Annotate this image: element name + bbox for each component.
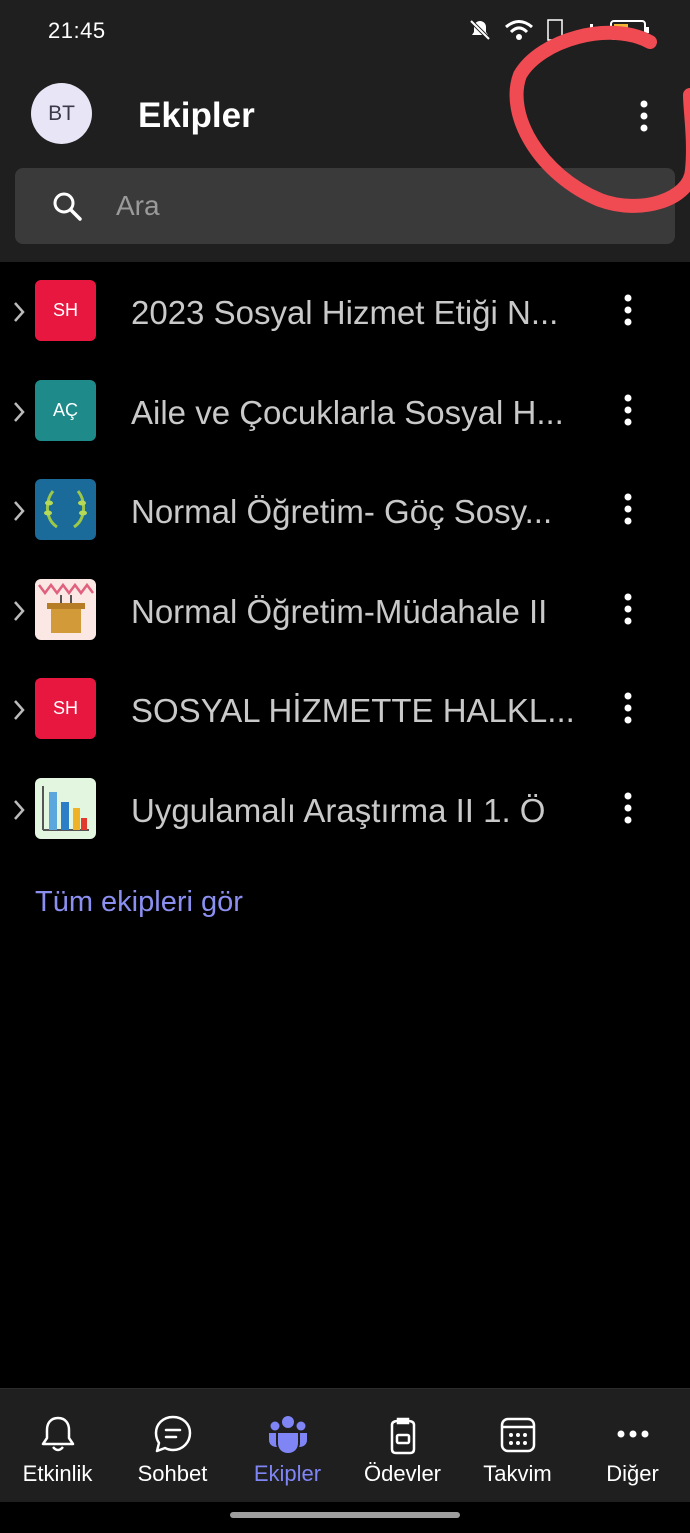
team-row[interactable]: SH 2023 Sosyal Hizmet Etiği N... bbox=[0, 262, 690, 362]
more-icon bbox=[617, 1430, 648, 1438]
volte-icon bbox=[547, 19, 563, 41]
status-icons bbox=[468, 18, 650, 42]
team-row[interactable]: AÇ Aile ve Çocuklarla Sosyal H... bbox=[0, 362, 690, 462]
nav-item-teams[interactable]: Ekipler bbox=[230, 1389, 345, 1502]
nav-label: Sohbet bbox=[137, 1461, 208, 1486]
vertical-dots-icon bbox=[624, 792, 632, 824]
mute-bell-icon bbox=[469, 19, 491, 41]
laurel-wreath-icon bbox=[35, 479, 96, 541]
status-time: 21:45 bbox=[48, 18, 106, 43]
team-row[interactable]: Normal Öğretim-Müdahale II bbox=[0, 561, 690, 661]
team-row[interactable]: SH SOSYAL HİZMETTE HALKL... bbox=[0, 660, 690, 760]
bell-icon bbox=[41, 1416, 74, 1452]
calendar-icon bbox=[500, 1417, 535, 1453]
team-more-button[interactable] bbox=[608, 489, 648, 529]
chevron-right-icon[interactable] bbox=[12, 599, 26, 623]
chat-icon bbox=[154, 1415, 191, 1453]
chevron-right-icon[interactable] bbox=[12, 698, 26, 722]
chevron-right-icon[interactable] bbox=[12, 798, 26, 822]
chevron-right-icon[interactable] bbox=[12, 499, 26, 523]
bottom-nav: Etkinlik Sohbet Ekipler Ödevler Takvim D… bbox=[0, 1388, 690, 1502]
vertical-dots-icon bbox=[624, 493, 632, 525]
nav-label: Diğer bbox=[606, 1461, 659, 1486]
team-row[interactable]: Normal Öğretim- Göç Sosy... bbox=[0, 461, 690, 561]
team-name: Uygulamalı Araştırma II 1. Ö bbox=[131, 791, 546, 829]
bar-chart-icon bbox=[35, 777, 96, 839]
team-more-button[interactable] bbox=[608, 390, 648, 430]
team-avatar-text: SH bbox=[52, 300, 78, 320]
assignments-icon bbox=[390, 1417, 415, 1455]
nav-label: Etkinlik bbox=[22, 1461, 93, 1486]
team-list: SH 2023 Sosyal Hizmet Etiği N... AÇ Aile… bbox=[0, 262, 690, 860]
home-indicator[interactable] bbox=[230, 1512, 460, 1518]
vertical-dots-icon bbox=[624, 692, 632, 724]
page-title: Ekipler bbox=[138, 96, 255, 135]
team-name: SOSYAL HİZMETTE HALKL... bbox=[131, 692, 575, 730]
team-avatar-text: AÇ bbox=[52, 399, 78, 420]
search-input[interactable]: Ara bbox=[15, 168, 675, 244]
team-avatar-text: SH bbox=[52, 698, 78, 719]
signal-icon bbox=[578, 24, 593, 39]
vertical-dots-icon bbox=[640, 100, 648, 132]
team-name: Aile ve Çocuklarla Sosyal H... bbox=[131, 393, 564, 431]
team-more-button[interactable] bbox=[608, 290, 648, 330]
nav-label: Ödevler bbox=[363, 1461, 442, 1486]
status-bar: 21:45 bbox=[0, 0, 690, 62]
app-header: BT Ekipler Ara bbox=[0, 62, 690, 262]
nav-item-calendar[interactable]: Takvim bbox=[460, 1389, 575, 1502]
chevron-right-icon[interactable] bbox=[12, 400, 26, 424]
podium-icon bbox=[35, 578, 96, 640]
vertical-dots-icon bbox=[624, 593, 632, 625]
team-avatar: SH bbox=[35, 678, 96, 740]
team-avatar: AÇ bbox=[35, 379, 96, 441]
search-placeholder: Ara bbox=[116, 190, 160, 221]
team-name: 2023 Sosyal Hizmet Etiği N... bbox=[131, 294, 559, 331]
avatar[interactable]: BT bbox=[31, 83, 92, 144]
see-all-teams-link[interactable]: Tüm ekipleri gör bbox=[35, 886, 243, 919]
team-row[interactable]: Uygulamalı Araştırma II 1. Ö bbox=[0, 760, 690, 860]
nav-item-chat[interactable]: Sohbet bbox=[115, 1389, 230, 1502]
team-more-button[interactable] bbox=[608, 788, 648, 828]
chevron-right-icon[interactable] bbox=[12, 300, 26, 324]
teams-icon bbox=[268, 1416, 307, 1453]
nav-item-activity[interactable]: Etkinlik bbox=[0, 1389, 115, 1502]
nav-label: Takvim bbox=[483, 1461, 552, 1486]
nav-label: Ekipler bbox=[253, 1461, 322, 1486]
more-options-button[interactable] bbox=[620, 92, 668, 140]
nav-item-more[interactable]: Diğer bbox=[575, 1389, 690, 1502]
search-icon bbox=[53, 192, 82, 221]
team-avatar: SH bbox=[35, 280, 96, 341]
vertical-dots-icon bbox=[624, 394, 632, 426]
nav-item-assignments[interactable]: Ödevler bbox=[345, 1389, 460, 1502]
team-more-button[interactable] bbox=[608, 688, 648, 728]
team-name: Normal Öğretim- Göç Sosy... bbox=[131, 493, 553, 531]
battery-icon bbox=[610, 20, 649, 40]
team-name: Normal Öğretim-Müdahale II bbox=[131, 592, 548, 630]
team-more-button[interactable] bbox=[608, 589, 648, 629]
vertical-dots-icon bbox=[624, 294, 632, 326]
wifi-icon bbox=[505, 20, 533, 40]
